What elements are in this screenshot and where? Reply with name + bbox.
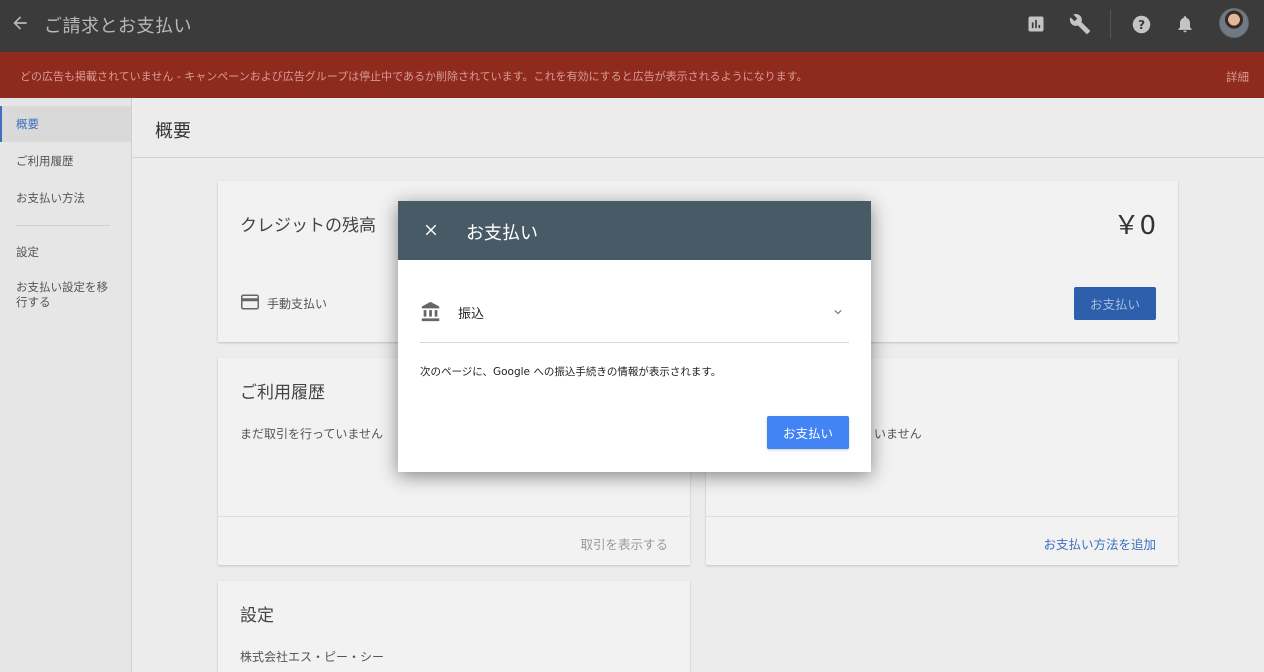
- bank-icon: [421, 301, 440, 322]
- dialog-title: お支払い: [466, 223, 538, 244]
- chevron-down-icon: [834, 310, 842, 315]
- dialog-header: お支払い: [398, 201, 871, 260]
- pay-button[interactable]: お支払い: [767, 416, 849, 449]
- payment-dialog: お支払い 振込 次のページに、Google への振込手続きの情報が表示されます。…: [398, 201, 871, 472]
- close-icon[interactable]: [422, 221, 440, 239]
- payment-method-select[interactable]: 振込: [420, 293, 849, 343]
- payment-method-label: 振込: [458, 307, 485, 322]
- dialog-info-text: 次のページに、Google への振込手続きの情報が表示されます。: [420, 366, 722, 378]
